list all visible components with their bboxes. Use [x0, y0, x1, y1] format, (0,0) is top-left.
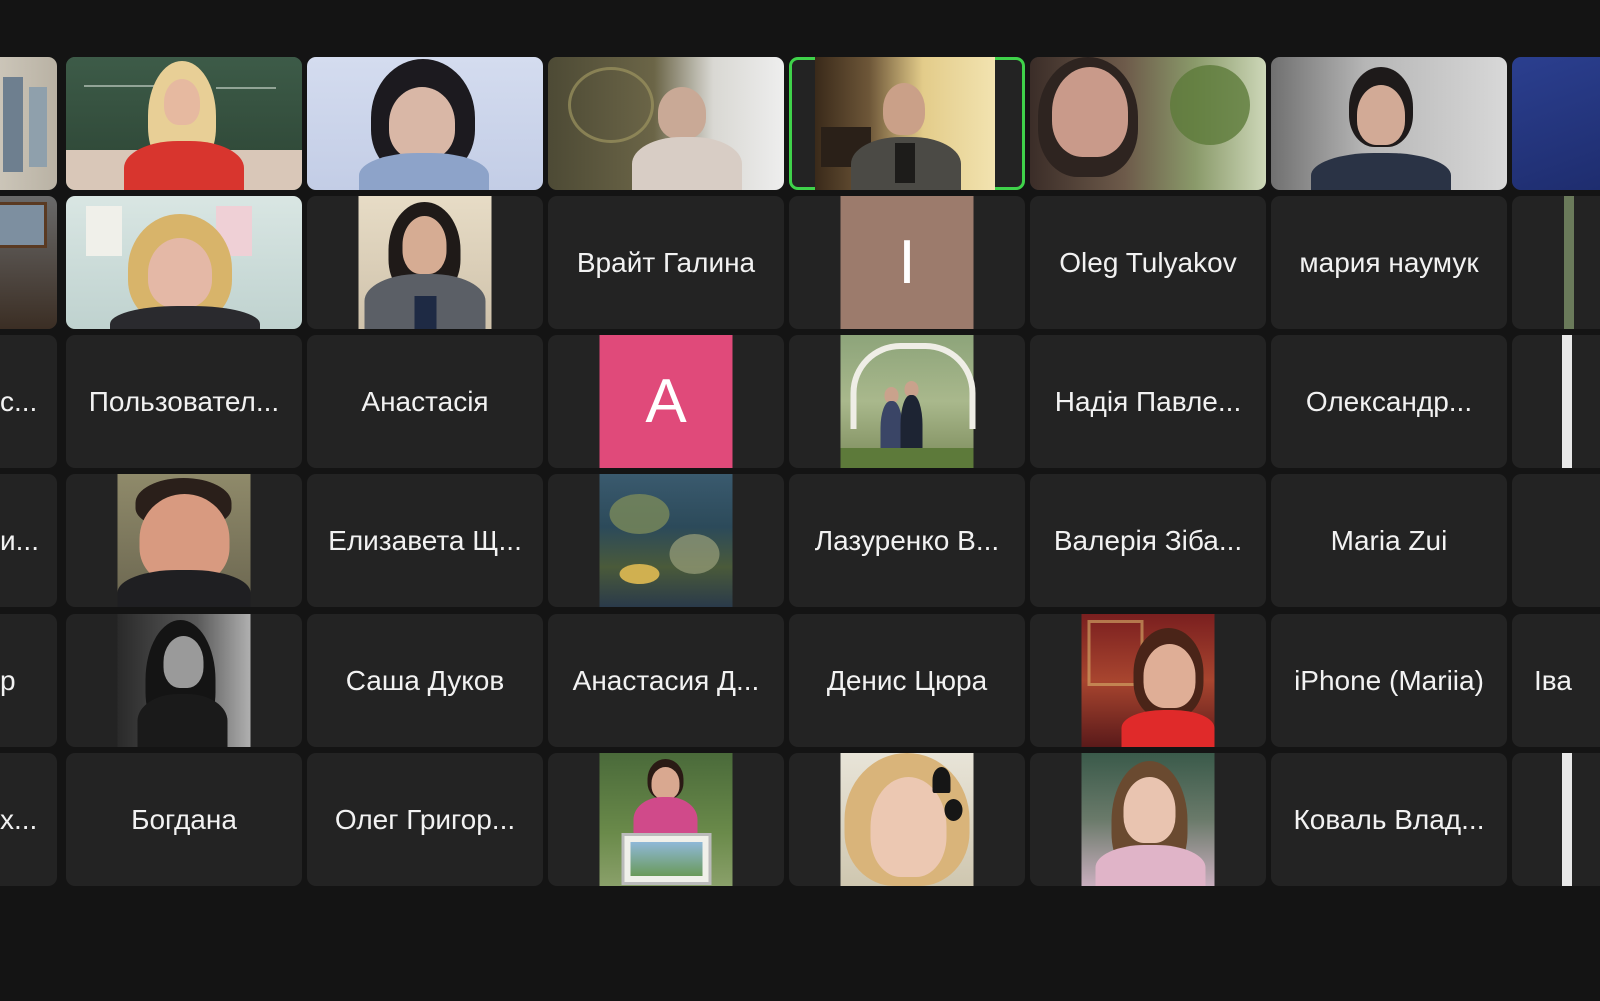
- participant-tile[interactable]: с...: [0, 335, 57, 468]
- participant-tile[interactable]: [1512, 474, 1600, 607]
- participant-tile[interactable]: Врайт Галина: [548, 196, 784, 329]
- participant-tile[interactable]: Іва: [1512, 614, 1600, 747]
- participant-name: iPhone (Mariia): [1294, 664, 1484, 696]
- participant-name: и...: [0, 524, 39, 556]
- video-feed: [66, 57, 302, 190]
- participant-name: р: [0, 664, 16, 696]
- profile-photo: [1562, 335, 1572, 468]
- video-feed: [1512, 57, 1600, 190]
- participant-tile[interactable]: [548, 753, 784, 886]
- participant-name: с...: [0, 385, 38, 417]
- participant-tile[interactable]: мария наумук: [1271, 196, 1507, 329]
- participant-tile[interactable]: Саша Дуков: [307, 614, 543, 747]
- profile-photo: [117, 474, 251, 607]
- participant-name: Богдана: [131, 803, 237, 835]
- video-tile-active-speaker[interactable]: [789, 57, 1025, 190]
- participant-tile[interactable]: Анастасия Д...: [548, 614, 784, 747]
- participant-tile[interactable]: [789, 335, 1025, 468]
- participant-tile[interactable]: Богдана: [66, 753, 302, 886]
- video-tile[interactable]: [1512, 57, 1600, 190]
- participant-tile[interactable]: Лазуренко В...: [789, 474, 1025, 607]
- participant-name: Олександр...: [1305, 385, 1473, 417]
- participant-tile[interactable]: Денис Цюра: [789, 614, 1025, 747]
- video-feed: [548, 57, 784, 190]
- participant-tile[interactable]: Валерія Зіба...: [1030, 474, 1266, 607]
- profile-photo: [117, 614, 251, 747]
- video-feed: [307, 57, 543, 190]
- profile-photo: [1564, 196, 1574, 329]
- participant-tile[interactable]: Коваль Влад...: [1271, 753, 1507, 886]
- video-tile[interactable]: [1271, 57, 1507, 190]
- video-feed: [1271, 57, 1507, 190]
- participant-tile[interactable]: I: [789, 196, 1025, 329]
- video-tile[interactable]: [66, 57, 302, 190]
- video-feed: [0, 57, 57, 190]
- participant-tile[interactable]: [1512, 196, 1600, 329]
- participant-name: Oleg Tulyakov: [1059, 246, 1237, 278]
- profile-photo: [599, 753, 733, 886]
- participant-name: Maria Zui: [1330, 524, 1448, 556]
- participant-name: Олег Григор...: [334, 803, 516, 835]
- participant-name: Врайт Галина: [576, 246, 756, 278]
- video-feed: [66, 196, 302, 329]
- avatar: A: [599, 335, 733, 468]
- participant-name: Лазуренко В...: [814, 524, 1000, 556]
- video-tile[interactable]: [1030, 57, 1266, 190]
- gallery-view: Врайт Галина I Oleg Tulyakov мария науму…: [0, 0, 1600, 1001]
- participant-tile[interactable]: [1512, 753, 1600, 886]
- profile-photo: [1081, 614, 1215, 747]
- participant-name: х...: [0, 803, 38, 835]
- participant-name: Пользовател...: [88, 385, 280, 417]
- video-feed: [815, 57, 995, 190]
- profile-photo: [1081, 753, 1215, 886]
- profile-photo: [840, 753, 974, 886]
- participant-tile[interactable]: iPhone (Mariia): [1271, 614, 1507, 747]
- participant-name: Коваль Влад...: [1293, 803, 1485, 835]
- participant-tile[interactable]: Анастасія: [307, 335, 543, 468]
- participant-name: Денис Цюра: [826, 664, 988, 696]
- participant-tile[interactable]: Oleg Tulyakov: [1030, 196, 1266, 329]
- participant-tile[interactable]: Олег Григор...: [307, 753, 543, 886]
- participant-tile[interactable]: р: [0, 614, 57, 747]
- video-tile[interactable]: [0, 57, 57, 190]
- profile-photo: [599, 474, 733, 607]
- video-feed: [0, 196, 57, 329]
- participant-name: Анастасія: [361, 385, 489, 417]
- video-tile[interactable]: [0, 196, 57, 329]
- profile-photo: [1562, 753, 1572, 886]
- participant-tile[interactable]: [1512, 335, 1600, 468]
- participant-tile[interactable]: A: [548, 335, 784, 468]
- participant-tile[interactable]: Елизавета Щ...: [307, 474, 543, 607]
- profile-photo: [358, 196, 492, 329]
- avatar: I: [840, 196, 974, 329]
- participant-tile[interactable]: [66, 614, 302, 747]
- participant-name: Валерія Зіба...: [1053, 524, 1243, 556]
- video-feed: [1030, 57, 1266, 190]
- participant-tile[interactable]: Пользовател...: [66, 335, 302, 468]
- participant-tile[interactable]: и...: [0, 474, 57, 607]
- participant-name: Іва: [1534, 664, 1572, 696]
- participant-tile[interactable]: [66, 474, 302, 607]
- participant-tile[interactable]: [1030, 614, 1266, 747]
- participant-name: мария наумук: [1299, 246, 1479, 278]
- participant-tile[interactable]: х...: [0, 753, 57, 886]
- video-tile[interactable]: [307, 57, 543, 190]
- video-tile[interactable]: [548, 57, 784, 190]
- participant-tile[interactable]: Олександр...: [1271, 335, 1507, 468]
- participant-name: Надія Павле...: [1054, 385, 1242, 417]
- participant-tile[interactable]: [307, 196, 543, 329]
- video-tile[interactable]: [66, 196, 302, 329]
- participant-name: Саша Дуков: [345, 664, 505, 696]
- profile-photo: [840, 335, 976, 468]
- participant-tile[interactable]: Надія Павле...: [1030, 335, 1266, 468]
- participant-name: Елизавета Щ...: [328, 524, 522, 556]
- participant-tile[interactable]: [789, 753, 1025, 886]
- participant-tile[interactable]: [548, 474, 784, 607]
- participant-tile[interactable]: Maria Zui: [1271, 474, 1507, 607]
- participant-tile[interactable]: [1030, 753, 1266, 886]
- participant-name: Анастасия Д...: [572, 664, 760, 696]
